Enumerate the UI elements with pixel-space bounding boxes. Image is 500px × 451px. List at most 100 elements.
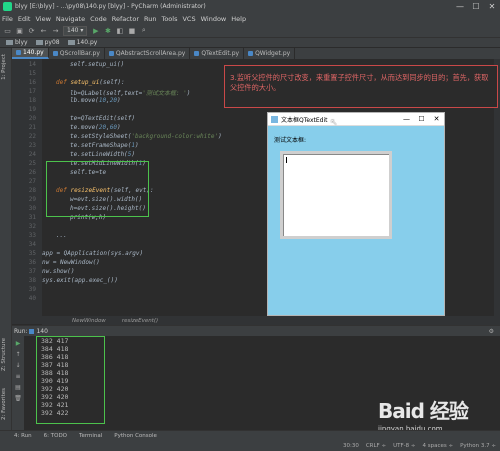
breadcrumb-item[interactable]: blyy [6, 39, 28, 46]
menu-edit[interactable]: Edit [18, 15, 31, 23]
qt-app-icon [271, 115, 278, 123]
menu-vcs[interactable]: VCS [182, 15, 195, 23]
sync-icon[interactable]: ⟳ [27, 26, 36, 35]
status-bar: 30:30 CRLF ÷ UTF-8 ÷ 4 spaces ÷ Python 3… [0, 441, 500, 451]
delete-icon[interactable]: 🗑 [14, 395, 22, 402]
line-number: 15 [28, 70, 36, 77]
line-number: 33 [28, 232, 36, 239]
code-line: nw.show() [42, 268, 75, 275]
python-interpreter[interactable]: Python 3.7 ÷ [460, 443, 496, 449]
stop-icon[interactable]: ■ [127, 26, 136, 35]
breadcrumb-method[interactable]: resizeEvent() [122, 318, 158, 324]
line-number: 28 [28, 187, 36, 194]
window-titlebar: blyy [E:\blyy] - ...\py08\140.py [blyy] … [0, 0, 500, 13]
line-number: 14 [28, 61, 36, 68]
qt-close-button[interactable]: ✕ [429, 115, 444, 123]
line-number: 32 [28, 223, 36, 230]
python-file-icon [194, 51, 200, 56]
favorites-tool-button[interactable]: 2: Favorites [1, 388, 7, 420]
tab-qwidget[interactable]: QWidget.py [244, 48, 296, 59]
indent-setting[interactable]: 4 spaces ÷ [422, 443, 453, 449]
menu-navigate[interactable]: Navigate [56, 15, 85, 23]
qt-window-title: 文本框QTextEdit [281, 116, 328, 124]
back-icon[interactable]: ← [39, 26, 48, 35]
line-number: 31 [28, 214, 36, 221]
project-tool-button[interactable]: 1: Project [1, 54, 7, 80]
line-number: 27 [28, 178, 36, 185]
run-config-selector[interactable]: 140 ▾ [63, 25, 88, 36]
editor-tabs: 140.py QScrollBar.py QAbstractScrollArea… [12, 48, 500, 59]
qt-demo-window: 文本框QTextEdit — ☐ ✕ 测试文本框: [267, 112, 445, 316]
tab-terminal[interactable]: Terminal [79, 433, 102, 439]
gear-icon[interactable]: ⚙ [489, 328, 494, 335]
rerun-icon[interactable]: ▶ [14, 340, 22, 347]
tab-python-console[interactable]: Python Console [114, 433, 157, 439]
editor-breadcrumb: NewWindow resizeEvent() [42, 316, 494, 325]
line-number: 22 [28, 133, 36, 140]
save-icon[interactable]: ▣ [15, 26, 24, 35]
menu-window[interactable]: Window [201, 15, 227, 23]
cursor-position[interactable]: 30:30 [343, 443, 359, 449]
tab-todo[interactable]: 6: TODO [44, 433, 67, 439]
text-cursor [286, 157, 287, 163]
scroll-down-icon[interactable]: ↓ [14, 362, 22, 369]
tab-140[interactable]: 140.py [12, 48, 49, 59]
search-icon[interactable]: ⌕ [139, 26, 148, 35]
close-button[interactable]: ✕ [484, 0, 500, 13]
minimize-button[interactable]: — [452, 0, 468, 13]
line-number: 25 [28, 160, 36, 167]
code-line: sys.exit(app.exec_()) [42, 277, 118, 284]
tab-qscrollbar[interactable]: QScrollBar.py [49, 48, 105, 59]
print-icon[interactable]: ▤ [14, 384, 22, 391]
annotation-note: 3.监听父控件的尺寸改变，来重置子控件尺寸，从而达到同步的目的；首先，获取父控件… [224, 65, 498, 108]
qt-maximize-button[interactable]: ☐ [414, 115, 429, 123]
code-line: lb=QLabel(self,text='测试文本框: ') [70, 90, 191, 97]
tab-qtextedit[interactable]: QTextEdit.py [190, 48, 245, 59]
line-number: 40 [28, 295, 36, 302]
tab-qabstractscrollarea[interactable]: QAbstractScrollArea.py [105, 48, 191, 59]
menu-refactor[interactable]: Refactor [112, 15, 139, 23]
qt-minimize-button[interactable]: — [399, 115, 414, 123]
structure-tool-button[interactable]: Z: Structure [1, 338, 7, 371]
run-side-toolbar: ▶ ↑ ↓ ≡ ▤ 🗑 [12, 336, 24, 430]
menu-code[interactable]: Code [90, 15, 107, 23]
menu-file[interactable]: File [2, 15, 13, 23]
line-number: 19 [28, 106, 36, 113]
breadcrumb-item[interactable]: 140.py [67, 39, 97, 46]
tab-run[interactable]: 4: Run [14, 433, 32, 439]
breadcrumb-item[interactable]: py08 [35, 39, 60, 46]
maximize-button[interactable]: ☐ [468, 0, 484, 13]
qt-text-edit[interactable] [280, 151, 392, 239]
code-line: lb.move(10,20) [70, 97, 121, 104]
debug-icon[interactable]: ✱ [103, 26, 112, 35]
open-folder-icon[interactable]: ▭ [3, 26, 12, 35]
python-file-icon [108, 51, 114, 56]
menu-view[interactable]: View [35, 15, 50, 23]
forward-icon[interactable]: → [51, 26, 60, 35]
file-encoding[interactable]: UTF-8 ÷ [393, 443, 415, 449]
code-line: nw = NewWindow() [42, 259, 100, 266]
line-number: 23 [28, 142, 36, 149]
code-line: te.move(20,60) [70, 124, 121, 131]
line-separator[interactable]: CRLF ÷ [366, 443, 386, 449]
qt-text-label: 测试文本框: [274, 137, 307, 144]
wrap-icon[interactable]: ≡ [14, 373, 22, 380]
left-tool-strip: 1: Project Z: Structure 2: Favorites [0, 48, 12, 430]
menu-help[interactable]: Help [231, 15, 246, 23]
code-line: te.setLineWidth(5) [70, 151, 136, 158]
menu-run[interactable]: Run [144, 15, 156, 23]
code-line: app = QApplication(sys.argv) [42, 250, 144, 257]
line-number: 39 [28, 286, 36, 293]
coverage-icon[interactable]: ◧ [115, 26, 124, 35]
code-line: def setup_ui(self): [56, 79, 125, 86]
folder-icon [6, 40, 13, 45]
watermark-brand: Baid 经验 [378, 399, 469, 423]
line-number: 37 [28, 268, 36, 275]
breadcrumb-class[interactable]: NewWindow [72, 318, 106, 324]
scroll-up-icon[interactable]: ↑ [14, 351, 22, 358]
run-icon[interactable]: ▶ [91, 26, 100, 35]
run-config-tab[interactable]: 140 [36, 328, 47, 335]
code-line: ... [56, 232, 67, 239]
menu-tools[interactable]: Tools [161, 15, 177, 23]
code-line: self.setup_ui() [70, 61, 125, 68]
